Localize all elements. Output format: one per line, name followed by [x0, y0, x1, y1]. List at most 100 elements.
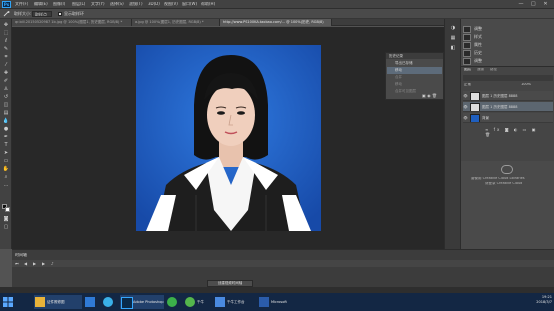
path-select-icon[interactable]: ➤ [2, 150, 10, 157]
history-icon [463, 49, 471, 57]
show-ring-checkbox[interactable] [58, 12, 62, 16]
properties-panel-icon[interactable]: ◧ [449, 45, 457, 52]
gradient-tool-icon[interactable]: ▤ [2, 110, 10, 117]
start-button[interactable] [2, 296, 14, 308]
portrait-photo[interactable] [136, 45, 321, 231]
layer-filter-bar[interactable] [463, 75, 553, 81]
sample-size-select[interactable]: 取样点 [32, 11, 52, 17]
history-item[interactable]: 导出已存储 [387, 60, 442, 67]
type-tool-icon[interactable]: T [2, 142, 10, 149]
shape-tool-icon[interactable]: ▭ [2, 158, 10, 165]
trash-icon[interactable]: 🗑 [432, 93, 437, 98]
dock-button[interactable]: 调整 [463, 57, 553, 65]
menu-image[interactable]: 图像(I) [53, 2, 65, 6]
blur-tool-icon[interactable]: 💧 [2, 118, 10, 125]
dock-button[interactable]: 调整 [463, 25, 553, 33]
menu-view[interactable]: 视图(V) [164, 2, 178, 6]
first-frame-icon[interactable]: ⏮ [15, 261, 19, 266]
cc-message-line2[interactable]: 请登录 Creative Cloud [485, 182, 522, 186]
healing-brush-icon[interactable]: ✚ [2, 70, 10, 77]
create-video-timeline-button[interactable]: 创建视频时间轴 [207, 280, 253, 287]
layer-actions: ∞ fx ◙ ◐ ▭ ▣ 🗑 [485, 127, 545, 137]
visibility-eye-icon[interactable]: 👁 [463, 91, 468, 100]
screen-mode-icon[interactable]: ▢ [2, 224, 10, 231]
tab-paths[interactable]: 路径 [490, 68, 497, 72]
tab-document-2[interactable]: a.jpg @ 100%(图层1, 历史图层, RGB/8) * [132, 19, 220, 26]
marquee-tool-icon[interactable]: ⬚ [2, 30, 10, 37]
color-panel-icon[interactable]: ◑ [449, 25, 457, 32]
new-doc-icon[interactable]: ▣ [422, 93, 426, 98]
next-frame-icon[interactable]: ▶ [42, 261, 45, 266]
menu-window[interactable]: 窗口(W) [182, 2, 197, 6]
snapshot-icon[interactable]: ◉ [427, 93, 431, 98]
menu-3d[interactable]: 3D(D) [148, 2, 160, 6]
adjustment-icon[interactable]: ◐ [514, 127, 520, 132]
canvas-area[interactable] [12, 27, 444, 249]
history-brush-icon[interactable]: ↺ [2, 94, 10, 101]
eyedropper-icon[interactable]: ⁄ [2, 62, 10, 69]
folder-icon[interactable]: ▭ [523, 127, 529, 132]
pen-tool-icon[interactable]: ✒ [2, 134, 10, 141]
maximize-button[interactable]: □ [529, 1, 538, 7]
blend-mode-select[interactable]: 正常 [464, 83, 471, 87]
prev-frame-icon[interactable]: ◀ [24, 261, 27, 266]
quick-mask-icon[interactable]: ◙ [2, 216, 10, 223]
taskbar-item-folder[interactable]: 证件照修图 [34, 295, 82, 309]
audio-icon[interactable]: ♪ [51, 261, 54, 266]
wechat-icon [167, 297, 177, 307]
dock-button[interactable]: 样式 [463, 33, 553, 41]
qianniu-wb-icon [215, 297, 225, 307]
dock-button[interactable]: 属性 [463, 41, 553, 49]
crop-tool-icon[interactable]: ⌗ [2, 54, 10, 61]
background-color-swatch[interactable] [5, 207, 10, 212]
layer-row[interactable]: 👁 图层 1 历史图层 8888 [463, 91, 553, 101]
tab-layers[interactable]: 图层 [464, 68, 471, 72]
taskbar-item-qianniu[interactable]: 千牛 [184, 295, 212, 309]
layer-row[interactable]: 👁 图层 1 历史图层 8888 [463, 102, 553, 112]
trash-icon[interactable]: 🗑 [485, 132, 492, 137]
play-icon[interactable]: ▶ [33, 261, 36, 266]
clone-stamp-icon[interactable]: ♙ [2, 86, 10, 93]
menu-layer[interactable]: 图层(L) [72, 2, 85, 6]
visibility-eye-icon[interactable]: 👁 [463, 102, 468, 111]
menu-help[interactable]: 帮助(H) [201, 2, 215, 6]
dodge-tool-icon[interactable]: ● [2, 126, 10, 133]
taskbar-item-teamviewer[interactable] [84, 295, 100, 309]
eraser-tool-icon[interactable]: ◫ [2, 102, 10, 109]
menu-type[interactable]: 文字(Y) [91, 2, 105, 6]
brush-tool-icon[interactable]: ✐ [2, 78, 10, 85]
move-tool-icon[interactable]: ✥ [2, 22, 10, 29]
menu-select[interactable]: 选择(S) [110, 2, 124, 6]
lasso-tool-icon[interactable]: ℓ [2, 38, 10, 45]
taskbar-item-qianniu-workbench[interactable]: 千牛工作台 [214, 295, 254, 309]
hand-tool-icon[interactable]: ✋ [2, 166, 10, 173]
tab-document-1[interactable]: qr.bill.20150520987 1b.jpg @ 100%(图层1, 历… [12, 19, 132, 26]
menu-filter[interactable]: 滤镜(T) [129, 2, 143, 6]
system-tray-clock[interactable]: 19:21 2018/3/7 [536, 295, 552, 305]
menu-edit[interactable]: 编辑(E) [34, 2, 48, 6]
more-tools-icon[interactable]: … [2, 182, 10, 189]
tab-channels[interactable]: 通道 [477, 68, 484, 72]
fx-icon[interactable]: fx [494, 127, 502, 132]
history-item[interactable]: 移动 [387, 81, 442, 88]
taskbar-item-qq[interactable] [102, 295, 118, 309]
close-button[interactable]: ✕ [541, 1, 550, 7]
tab-document-3[interactable]: http://www.PS100KA.taobao.com/... @ 100%… [220, 19, 332, 26]
mask-icon[interactable]: ◙ [505, 127, 511, 132]
history-item[interactable]: 合并 [387, 74, 442, 81]
layer-row[interactable]: 👁 背景 [463, 113, 553, 123]
swatches-panel-icon[interactable]: ▦ [449, 35, 457, 42]
menu-file[interactable]: 文件(F) [15, 2, 28, 6]
taskbar-item-word[interactable]: Microsoft [258, 295, 302, 309]
history-item[interactable]: 移动 [387, 67, 442, 74]
eyedropper-tool-icon[interactable] [3, 11, 10, 17]
opacity-value[interactable]: 100% [521, 83, 531, 87]
new-layer-icon[interactable]: ▣ [532, 127, 538, 132]
visibility-eye-icon[interactable]: 👁 [463, 113, 468, 122]
taskbar-item-photoshop[interactable]: Adobe Photoshop [120, 295, 164, 309]
minimize-button[interactable]: — [516, 1, 525, 7]
zoom-tool-icon[interactable]: ⌕ [2, 174, 10, 181]
dock-button[interactable]: 历史 [463, 49, 553, 57]
taskbar-item-wechat[interactable] [166, 295, 182, 309]
quick-select-tool-icon[interactable]: ✎ [2, 46, 10, 53]
